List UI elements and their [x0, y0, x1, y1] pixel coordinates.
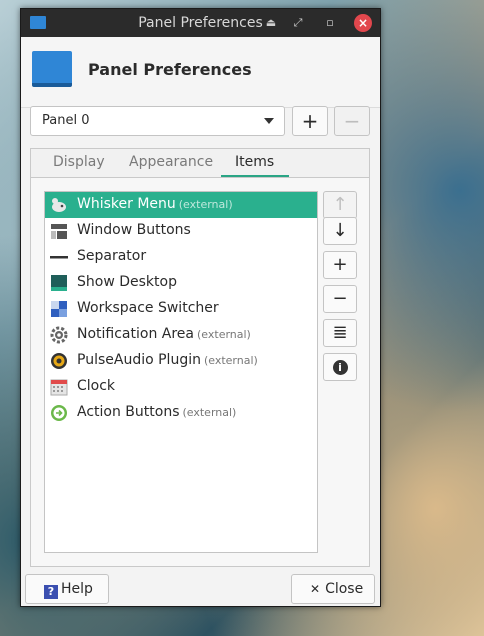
remove-item-button[interactable]: − [323, 285, 357, 313]
close-icon: ✕ [310, 582, 321, 596]
list-item[interactable]: PulseAudio Plugin (external) [45, 348, 317, 374]
list-item[interactable]: Workspace Switcher [45, 296, 317, 322]
whisker-menu-icon [52, 198, 66, 212]
help-button-label: Help [61, 581, 93, 597]
separator-icon [50, 256, 68, 259]
list-item[interactable]: Window Buttons [45, 218, 317, 244]
list-item[interactable]: Clock [45, 374, 317, 400]
item-tag: (external) [203, 354, 258, 367]
page-title: Panel Preferences [88, 60, 252, 79]
titlebar[interactable]: Panel Preferences ⏏ ⤢ ▫ × [21, 9, 380, 37]
preferences-notebook: Display Appearance Items Whisker Menu (ex… [30, 148, 370, 567]
close-button-label: Close [325, 581, 364, 597]
tab-items[interactable]: Items [235, 154, 274, 170]
list-item[interactable]: Show Desktop [45, 270, 317, 296]
tab-appearance[interactable]: Appearance [129, 154, 213, 170]
workspace-switcher-icon [51, 301, 67, 317]
remove-panel-button[interactable]: − [334, 106, 370, 136]
edit-item-button[interactable]: ≣ [323, 319, 357, 347]
window-buttons-icon [51, 224, 67, 239]
item-label: Clock [77, 378, 116, 394]
tab-display[interactable]: Display [53, 154, 105, 170]
info-icon: i [332, 360, 348, 375]
close-button[interactable]: ✕ Close [291, 574, 375, 604]
dialog-header: Panel Preferences [21, 37, 380, 108]
list-item[interactable]: Whisker Menu (external) [45, 192, 317, 218]
item-tag: (external) [197, 328, 251, 341]
show-desktop-icon [51, 275, 67, 291]
item-label: Whisker Menu [77, 196, 176, 212]
item-label: Workspace Switcher [77, 300, 219, 316]
help-button[interactable]: ? Help [25, 574, 109, 604]
pulseaudio-icon [51, 353, 67, 369]
move-down-button[interactable]: ↓ [323, 217, 357, 245]
item-label: Show Desktop [77, 274, 177, 290]
move-up-button[interactable]: ↑ [323, 191, 357, 219]
active-tab-indicator [221, 175, 289, 177]
item-label: Separator [77, 248, 147, 264]
panel-preferences-window: Panel Preferences ⏏ ⤢ ▫ × Panel Preferen… [20, 8, 381, 607]
item-tag: (external) [182, 406, 237, 419]
action-buttons-icon [51, 405, 67, 421]
panel-icon [32, 51, 72, 87]
item-label: Notification Area [77, 326, 194, 342]
clock-icon [50, 379, 68, 396]
panel-select[interactable]: Panel 0 [30, 106, 285, 136]
panel-select-value: Panel 0 [42, 113, 90, 128]
add-item-button[interactable]: + [323, 251, 357, 279]
close-window-button[interactable]: × [354, 14, 372, 32]
about-item-button[interactable]: i [323, 353, 357, 381]
items-list[interactable]: Whisker Menu (external) Window Buttons Se… [44, 191, 318, 553]
tab-bar: Display Appearance Items [31, 149, 369, 178]
item-tag: (external) [178, 198, 233, 211]
maximize-button[interactable]: ⤢ [289, 14, 307, 32]
restore-button[interactable]: ▫ [321, 14, 339, 32]
add-panel-button[interactable]: + [292, 106, 328, 136]
item-label: Window Buttons [77, 222, 191, 238]
list-item[interactable]: Separator [45, 244, 317, 270]
chevron-down-icon [264, 118, 274, 124]
list-item[interactable]: Notification Area (external) [45, 322, 317, 348]
notification-area-icon [50, 326, 68, 344]
item-label: Action Buttons [77, 404, 180, 420]
list-item[interactable]: Action Buttons (external) [45, 400, 317, 426]
item-label: PulseAudio Plugin [77, 352, 201, 368]
help-icon: ? [44, 585, 58, 599]
minimize-button[interactable]: ⏏ [262, 14, 280, 32]
